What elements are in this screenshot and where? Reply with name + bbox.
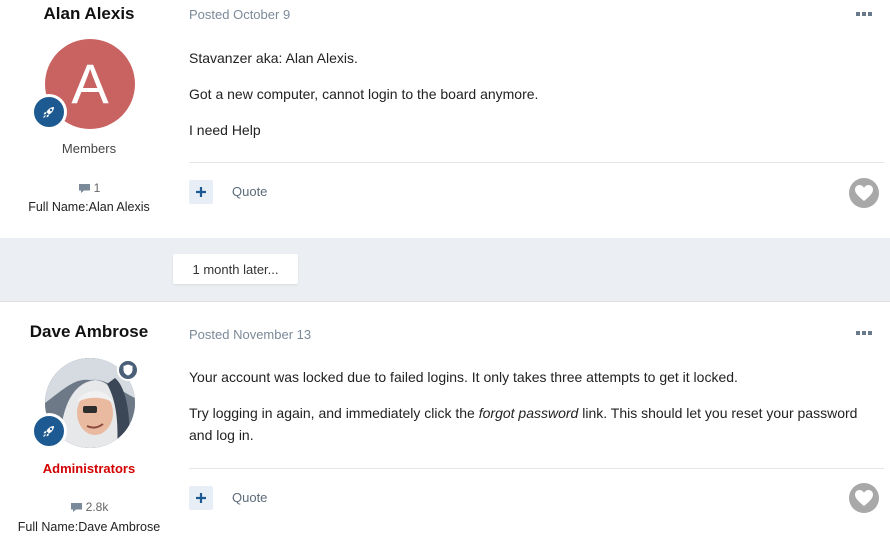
post-content: Your account was locked due to failed lo… [189, 366, 869, 460]
post-count: 1 [0, 181, 178, 195]
time-separator: 1 month later... [173, 254, 298, 284]
shield-icon [117, 359, 139, 381]
post-paragraph: Your account was locked due to failed lo… [189, 369, 738, 385]
user-group: Administrators [42, 461, 136, 476]
full-name: Full Name:Alan Alexis [28, 200, 150, 214]
post-date[interactable]: Posted October 9 [189, 7, 290, 22]
post-alan-alexis: Alan Alexis A Members 1 Full Name:Alan A… [0, 0, 890, 238]
comment-icon [70, 502, 82, 512]
heart-icon [855, 185, 873, 201]
post-paragraph: I need Help [189, 122, 261, 138]
post-paragraph: Stavanzer aka: Alan Alexis. [189, 50, 358, 66]
comment-icon [78, 183, 90, 193]
author-name[interactable]: Dave Ambrose [0, 322, 178, 342]
quote-button[interactable]: Quote [232, 184, 267, 199]
post-count: 2.8k [0, 500, 178, 514]
user-group: Members [61, 141, 117, 156]
post-paragraph: Got a new computer, cannot login to the … [189, 86, 539, 102]
post-count-value: 1 [93, 181, 101, 195]
post-paragraph: Try logging in again, and immediately cl… [189, 405, 858, 443]
quote-button[interactable]: Quote [232, 490, 267, 505]
post-dave-ambrose: Dave Ambrose Administrators 2.8k Full Na… [0, 301, 890, 538]
post-divider [189, 468, 884, 469]
full-name: Full Name:Dave Ambrose [17, 520, 161, 534]
rank-badge-rocket-icon [31, 413, 67, 449]
like-button[interactable] [849, 178, 879, 208]
heart-icon [855, 490, 873, 506]
multiquote-button[interactable] [189, 486, 213, 510]
forgot-password-link[interactable]: forgot password [479, 405, 579, 421]
post-content: Stavanzer aka: Alan Alexis. Got a new co… [189, 47, 869, 155]
multiquote-button[interactable] [189, 180, 213, 204]
like-button[interactable] [849, 483, 879, 513]
more-options-icon[interactable] [856, 12, 872, 16]
author-name[interactable]: Alan Alexis [0, 4, 178, 24]
rank-badge-rocket-icon [31, 94, 67, 130]
more-options-icon[interactable] [856, 331, 872, 335]
post-count-value: 2.8k [85, 500, 109, 514]
plus-icon [196, 187, 206, 197]
plus-icon [196, 493, 206, 503]
post-divider [189, 162, 884, 163]
post-date[interactable]: Posted November 13 [189, 327, 311, 342]
